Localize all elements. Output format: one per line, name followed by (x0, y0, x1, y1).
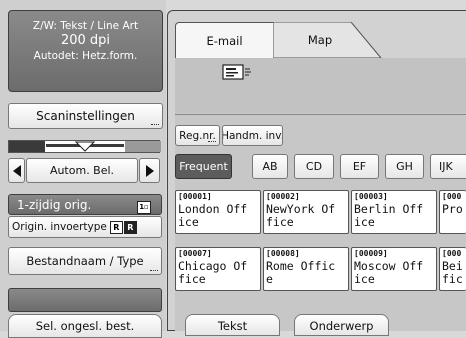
divider (175, 114, 466, 115)
scan-settings-label: Scaninstellingen (36, 109, 135, 123)
status-resolution: 200 dpi (60, 33, 111, 48)
destination-name-cont: fice (178, 272, 206, 286)
destination-name: Rome Offic (266, 259, 336, 273)
destination-name: Pro (442, 202, 463, 216)
tab-ab-label: AB (262, 160, 278, 173)
tab-frequent[interactable]: Frequent (175, 154, 232, 179)
destination-number: [00002] (266, 192, 300, 201)
single-sided-icon: 1▫ (136, 199, 151, 214)
destination-button[interactable]: [000 Bei fic (439, 247, 466, 291)
orientation-readable-icon: R (109, 220, 123, 234)
destination-number: [000 (442, 192, 462, 201)
scan-settings-button[interactable]: Scaninstellingen (8, 103, 163, 129)
select-stored-file-button[interactable]: Sel. ongesl. best. (8, 314, 162, 338)
destination-button[interactable]: [000 Pro (439, 190, 466, 234)
tab-map[interactable]: Map (280, 28, 360, 52)
selected-destination-area (175, 58, 466, 113)
spacer-bar (8, 288, 162, 312)
registration-number-button[interactable]: Reg.nr. (175, 125, 220, 146)
filename-type-button[interactable]: Bestandnaam / Type (8, 247, 162, 275)
tab-gh-label: GH (396, 160, 413, 173)
envelope-icon (222, 64, 251, 80)
destination-name-cont: fice (266, 215, 294, 229)
destination-button[interactable]: [00001] London Off ice (175, 190, 261, 234)
density-pointer-icon (75, 141, 95, 152)
destination-button[interactable]: [00008] Rome Offic e (263, 247, 349, 291)
tab-cd[interactable]: CD (294, 154, 334, 179)
destination-name-cont: ice (354, 272, 375, 286)
tab-gh[interactable]: GH (385, 154, 424, 179)
triangle-left-icon (12, 164, 21, 177)
tab-frequent-label: Frequent (179, 160, 228, 173)
manual-input-label: Handm. inv. (222, 129, 283, 142)
destination-button[interactable]: [00009] Moscow Off ice (351, 247, 437, 291)
density-increase-button[interactable] (139, 158, 160, 183)
triangle-right-icon (145, 164, 154, 177)
status-autodetect: Autodet: Hetz.form. (33, 50, 138, 62)
tab-map-label: Map (307, 33, 333, 47)
destination-name-cont: fic (442, 272, 463, 286)
original-input-type-label: Origin. invoertype (12, 221, 107, 233)
tab-email-label: E-mail (206, 34, 243, 48)
text-button[interactable]: Tekst (185, 314, 280, 336)
filename-type-label: Bestandnaam / Type (26, 254, 144, 268)
manual-input-button[interactable]: Handm. inv. (222, 125, 283, 146)
registration-number-label: Reg.nr. (179, 129, 216, 142)
tab-ef-label: EF (352, 160, 367, 173)
destination-button[interactable]: [00003] Berlin Off ice (351, 190, 437, 234)
auto-density-button[interactable]: Autom. Bel. (26, 158, 138, 183)
destination-number: [00003] (354, 192, 388, 201)
tab-ijk[interactable]: IJK (430, 154, 466, 179)
tab-ijk-label: IJK (439, 160, 453, 173)
destination-name-cont: ice (178, 215, 199, 229)
destination-number: [00001] (178, 192, 212, 201)
destination-name-cont: e (266, 272, 273, 286)
auto-density-label: Autom. Bel. (49, 164, 115, 177)
destination-number: [00008] (266, 249, 300, 258)
density-decrease-button[interactable] (8, 158, 25, 183)
destination-button[interactable]: [00007] Chicago Of fice (175, 247, 261, 291)
destination-number: [00009] (354, 249, 388, 258)
destination-number: [00007] (178, 249, 212, 258)
tab-ab[interactable]: AB (252, 154, 288, 179)
tab-ef[interactable]: EF (340, 154, 379, 179)
original-input-type-button[interactable]: Origin. invoertype R R (8, 216, 162, 238)
density-level-bar (8, 140, 161, 153)
destination-number: [000 (442, 249, 462, 258)
original-type-bar[interactable]: 1-zijdig orig. 1▫ (8, 194, 162, 215)
scan-status-box: Z/W: Tekst / Line Art 200 dpi Autodet: H… (8, 10, 163, 92)
destination-button[interactable]: [00002] NewYork Of fice (263, 190, 349, 234)
subject-button[interactable]: Onderwerp (294, 314, 389, 336)
tab-email[interactable]: E-mail (175, 22, 274, 59)
status-color-mode: Z/W: Tekst / Line Art (32, 20, 139, 32)
original-type-label: 1-zijdig orig. (17, 197, 92, 212)
tab-cd-label: CD (305, 160, 323, 173)
orientation-reversed-icon: R (123, 220, 137, 234)
destination-name-cont: ice (354, 215, 375, 229)
